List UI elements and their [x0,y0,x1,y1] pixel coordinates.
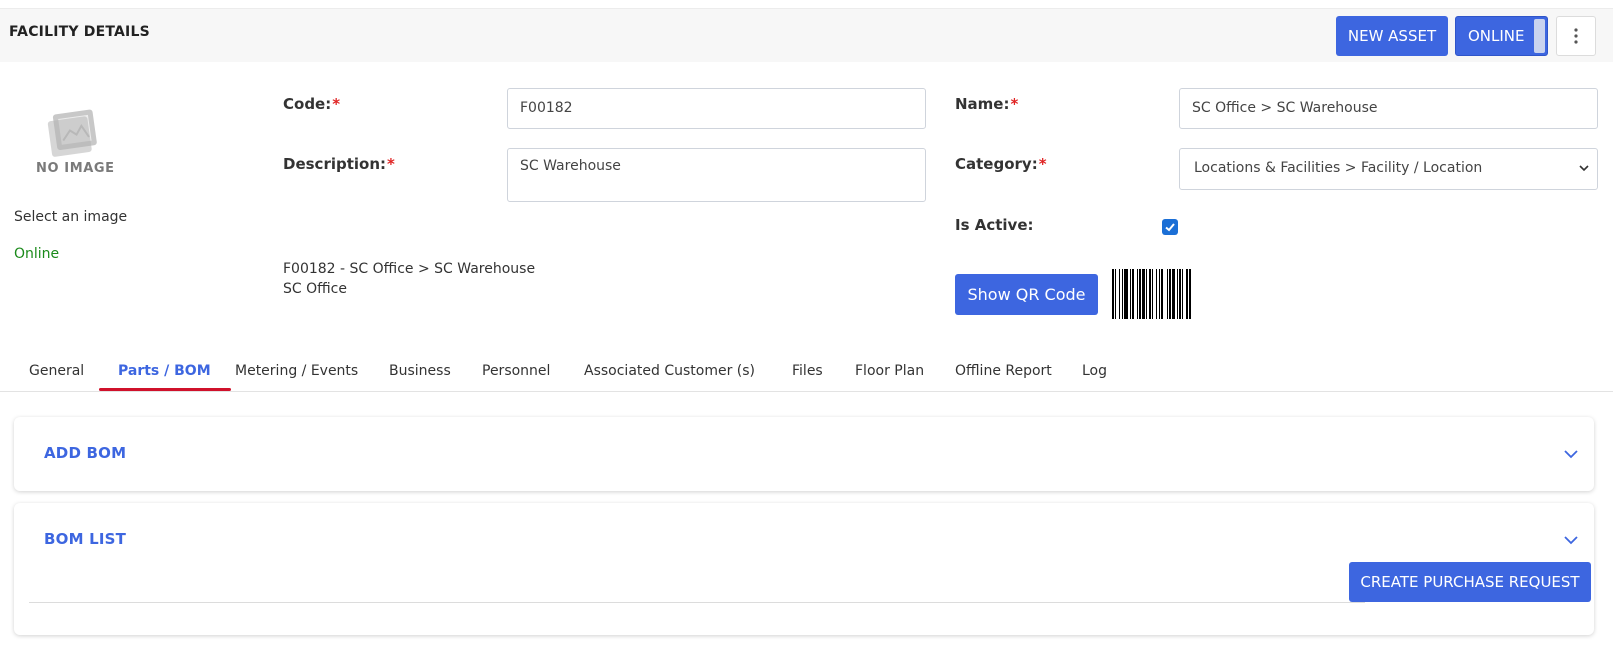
description-textarea[interactable]: SC Warehouse [507,148,926,202]
divider [29,602,1365,603]
category-select-value: Locations & Facilities > Facility / Loca… [1194,160,1483,176]
code-label: Code:* [283,95,341,113]
create-purchase-request-button[interactable]: CREATE PURCHASE REQUEST [1349,562,1591,602]
summary-line-code-name: F00182 - SC Office > SC Warehouse [283,261,536,277]
barcode-image [1112,269,1191,319]
no-image-label: NO IMAGE [36,161,115,176]
description-label: Description:* [283,155,395,173]
new-asset-button[interactable]: NEW ASSET [1336,16,1448,56]
tab-floor-plan[interactable]: Floor Plan [855,363,924,379]
tab-personnel[interactable]: Personnel [482,363,550,379]
required-marker: * [332,95,341,113]
tab-files[interactable]: Files [792,363,823,379]
required-marker: * [1038,155,1047,173]
tab-metering-events[interactable]: Metering / Events [235,363,358,379]
code-input[interactable]: F00182 [507,88,926,129]
vertical-dots-icon [1574,28,1578,44]
page-title: FACILITY DETAILS [9,24,150,40]
tab-general[interactable]: General [29,363,84,379]
detail-tabs: General Parts / BOM Metering / Events Bu… [0,355,1613,392]
add-bom-panel[interactable]: ADD BOM [14,417,1594,491]
show-qr-code-button[interactable]: Show QR Code [955,274,1098,315]
category-select[interactable]: Locations & Facilities > Facility / Loca… [1179,148,1598,190]
facility-summary: F00182 - SC Office > SC Warehouse SC Off… [283,259,535,299]
chevron-down-icon [1579,165,1589,172]
page-header: FACILITY DETAILS NEW ASSET ONLINE [0,8,1613,62]
is-active-checkbox[interactable] [1162,219,1178,235]
online-toggle-button[interactable]: ONLINE [1455,16,1548,56]
bom-list-title: BOM LIST [44,530,127,548]
name-label: Name:* [955,95,1019,113]
status-text: Online [14,246,60,262]
toggle-knob [1534,19,1545,53]
name-input[interactable]: SC Office > SC Warehouse [1179,88,1598,129]
tab-log[interactable]: Log [1082,363,1107,379]
required-marker: * [1010,95,1019,113]
tab-offline-report[interactable]: Offline Report [955,363,1052,379]
add-bom-title: ADD BOM [44,444,127,462]
online-toggle-label: ONLINE [1468,27,1525,45]
summary-line-parent: SC Office [283,281,347,297]
category-label: Category:* [955,155,1047,173]
tab-business[interactable]: Business [389,363,451,379]
is-active-label: Is Active: [955,216,1034,234]
tab-parts-bom[interactable]: Parts / BOM [118,363,211,379]
chevron-down-icon[interactable] [1564,535,1578,545]
tab-associated-customers[interactable]: Associated Customer (s) [584,363,755,379]
checkmark-icon [1165,223,1175,232]
select-image-link[interactable]: Select an image [14,209,127,225]
active-tab-indicator [99,388,231,391]
required-marker: * [387,155,395,173]
bom-list-panel: BOM LIST CREATE PURCHASE REQUEST [14,503,1594,635]
facility-details-page: FACILITY DETAILS NEW ASSET ONLINE NO IMA… [0,0,1613,650]
chevron-down-icon[interactable] [1564,449,1578,459]
more-options-button[interactable] [1556,16,1596,56]
